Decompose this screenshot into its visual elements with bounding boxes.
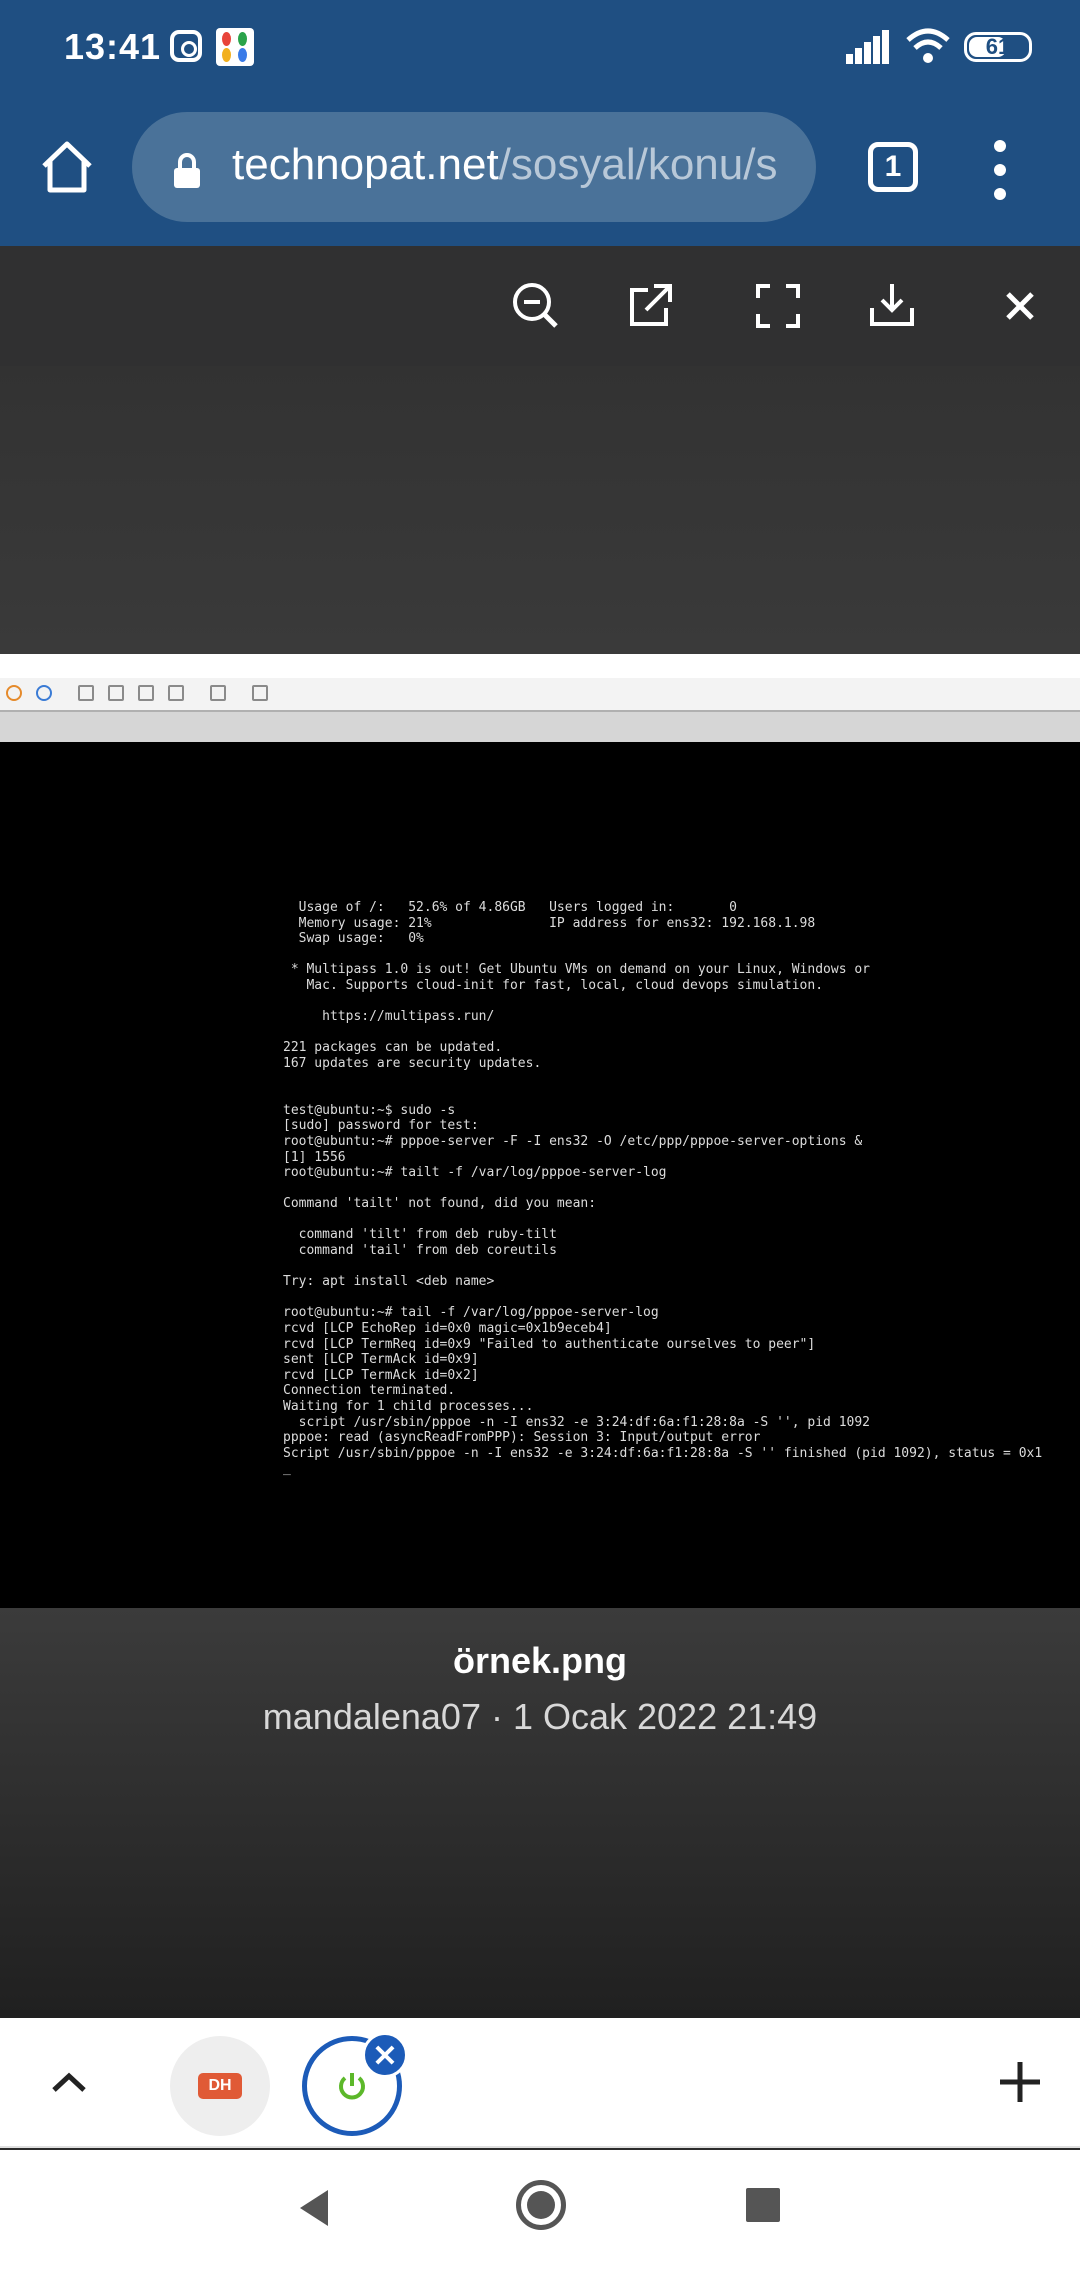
terminal-line: script /usr/sbin/pppoe -n -I ens32 -e 3:… [283,1414,870,1430]
terminal-line: sent [LCP TermAck id=0x9] [283,1352,479,1368]
terminal-line: root@ubuntu:~# pppoe-server -F -I ens32 … [283,1133,863,1149]
terminal-line: 221 packages can be updated. [283,1040,503,1056]
tab-close-button[interactable]: ✕ [362,2032,408,2078]
power-icon [339,2073,365,2100]
terminal-line: [sudo] password for test: [283,1118,479,1134]
url-domain: technopat.net [232,140,499,189]
terminal-output: Usage of /: 52.6% of 4.86GB Users logged… [283,900,1063,1477]
status-time: 13:41 [64,26,162,67]
url-text: technopat.net/sosyal/konu/s [232,140,777,190]
terminal-line: pppoe: read (asyncReadFromPPP): Session … [283,1430,761,1446]
zoom-out-icon[interactable] [500,270,572,342]
terminal-line: https://multipass.run/ [283,1009,495,1025]
url-path: /sosyal/konu/s [498,140,778,189]
open-external-icon[interactable] [614,270,686,342]
vm-tab-strip [0,710,1080,742]
terminal-line: Command 'tailt' not found, did you mean: [283,1196,597,1212]
home-button-icon[interactable] [516,2180,566,2230]
terminal-line: Memory usage: 21% IP address for ens32: … [283,915,816,931]
terminal-line: Mac. Supports cloud-init for fast, local… [283,977,824,993]
tab-switcher-button[interactable]: 1 [868,142,918,192]
battery-icon: 61 [964,32,1032,62]
new-tab-icon[interactable] [988,2050,1052,2114]
signal-icon [846,30,890,64]
battery-level: 61 [985,34,1011,59]
browser-toolbar: technopat.net/sosyal/konu/s 1 [0,96,1080,246]
url-bar[interactable]: technopat.net/sosyal/konu/s [132,112,816,222]
terminal-line: * Multipass 1.0 is out! Get Ubuntu VMs o… [283,962,870,978]
terminal-line: Swap usage: 0% [283,931,424,947]
instagram-icon [170,30,202,62]
chevron-up-icon[interactable] [40,2054,98,2112]
terminal-line: Script /usr/sbin/pppoe -n -I ens32 -e 3:… [283,1445,1043,1461]
back-icon[interactable] [296,2188,332,2228]
tab-favicon-dh[interactable]: DH [170,2036,270,2136]
terminal-line: root@ubuntu:~# tail -f /var/log/pppoe-se… [283,1305,659,1321]
terminal-line: Waiting for 1 child processes... [283,1399,534,1414]
terminal-screen: Usage of /: 52.6% of 4.86GB Users logged… [0,742,1080,1608]
terminal-line: root@ubuntu:~# tailt -f /var/log/pppoe-s… [283,1165,667,1181]
terminal-line: rcvd [LCP TermReq id=0x9 "Failed to auth… [283,1336,816,1352]
vm-toolbar [0,678,1080,710]
terminal-line: rcvd [LCP TermAck id=0x2] [283,1367,479,1383]
close-icon[interactable] [984,270,1056,342]
image-viewer: Usage of /: 52.6% of 4.86GB Users logged… [0,246,1080,2018]
status-bar: 13:41 61 [0,0,1080,96]
terminal-line: rcvd [LCP EchoRep id=0x0 magic=0x1b9eceb… [283,1321,612,1337]
system-nav-bar [0,2150,1080,2280]
tab-favicon-label: DH [198,2073,242,2099]
app-notification-icon [216,28,254,66]
fullscreen-icon[interactable] [742,270,814,342]
image-filename: örnek.png [452,1640,627,1681]
recents-icon[interactable] [746,2188,780,2222]
home-icon[interactable] [36,136,98,198]
terminal-line: Try: apt install <deb name> [283,1274,495,1290]
terminal-line: [1] 1556 [283,1149,346,1165]
terminal-line: command 'tail' from deb coreutils [283,1243,557,1259]
image-top-border [0,654,1080,678]
more-options-icon[interactable] [990,140,1010,200]
terminal-line: test@ubuntu:~$ sudo -s [283,1102,456,1118]
image-meta: mandalena07 · 1 Ocak 2022 21:49 [262,1696,818,1737]
tab-strip: DH ✕ [0,2018,1080,2148]
terminal-line: _ [283,1461,291,1477]
terminal-line: command 'tilt' from deb ruby-tilt [283,1227,557,1243]
lock-icon [174,153,200,188]
terminal-line: Usage of /: 52.6% of 4.86GB Users logged… [283,900,737,915]
download-icon[interactable] [856,270,928,342]
wifi-icon [906,28,950,63]
terminal-line: Connection terminated. [283,1383,456,1399]
phone-screen: 13:41 61 technopat.net/sosyal/konu/s 1 U… [0,0,1080,2280]
terminal-line: 167 updates are security updates. [283,1055,542,1071]
